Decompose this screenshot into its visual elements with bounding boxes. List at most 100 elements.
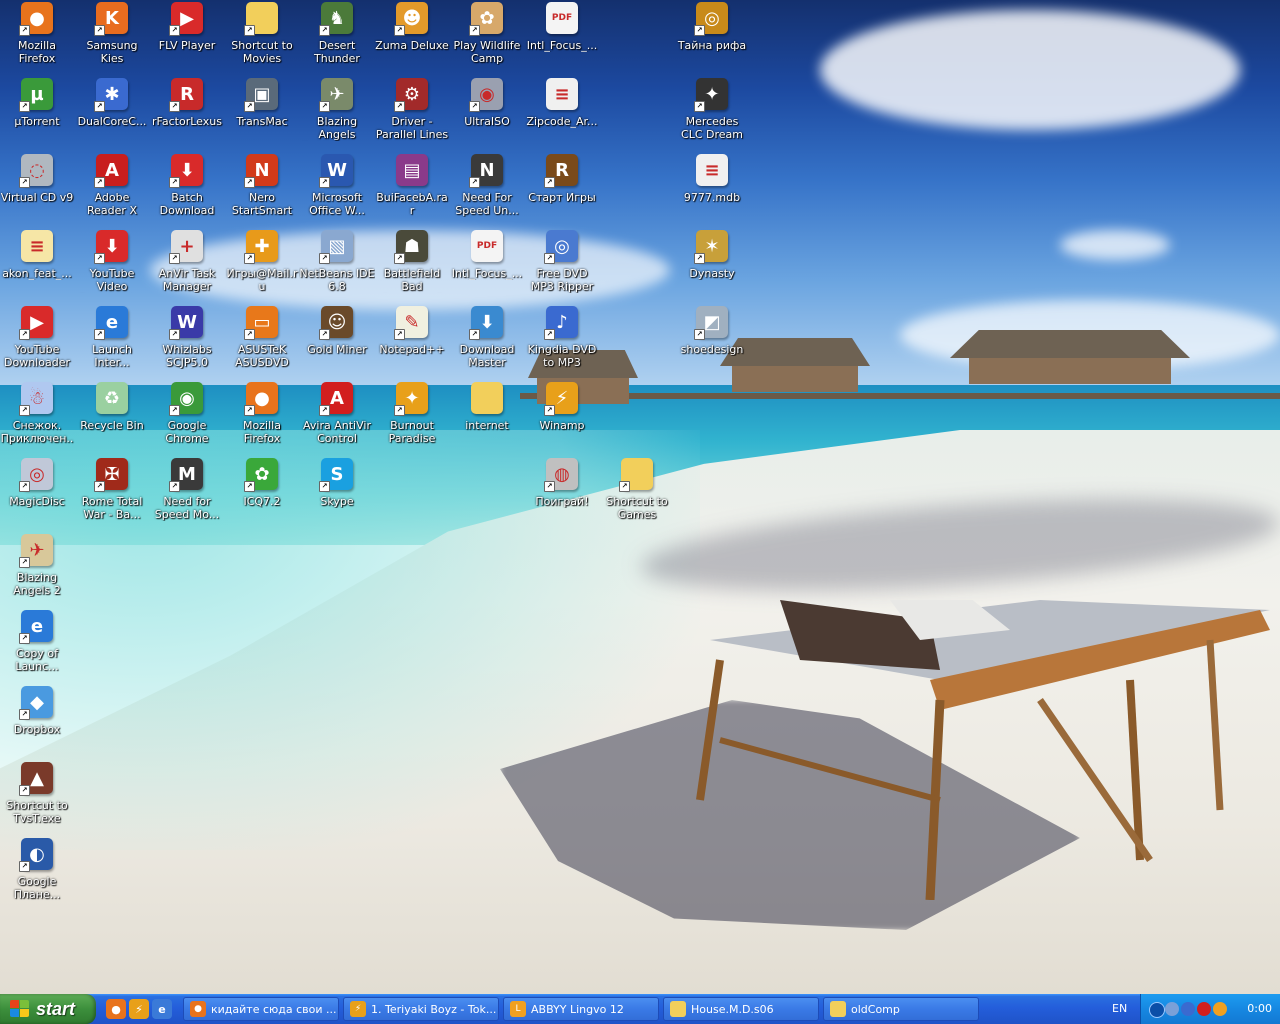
desktop-icon[interactable]: W ↗ Microsoft Office W... [299,152,375,224]
desktop-icon[interactable]: ⚙ ↗ Driver - Parallel Lines [374,76,450,148]
shortcut-arrow-icon: ↗ [19,557,30,568]
clock[interactable]: 0:00 [1247,1002,1272,1015]
pdf-icon: PDF [546,2,578,34]
desktop-icon[interactable]: ◎ ↗ Тайна рифа [674,0,750,72]
tray-dualcore-icon[interactable] [1181,1002,1195,1016]
desktop-icon[interactable]: ⬇ ↗ Batch Download [149,152,225,224]
desktop-icon[interactable]: ▧ ↗ NetBeans IDE 6.8 [299,228,375,300]
desktop-icon[interactable]: M ↗ Need for Speed Mo... [149,456,225,528]
desktop-icon[interactable]: ✚ ↗ Игры@Mail.ru [224,228,300,300]
desktop-icon[interactable]: e ↗ Launch Inter... [74,304,150,376]
language-indicator[interactable]: EN [1112,1002,1127,1015]
desktop-icon[interactable]: ✎ ↗ Notepad++ [374,304,450,376]
desktop-icon[interactable]: ✈↗ Blazing Angels 2 Secret Mi... [0,532,75,604]
desktop-icon[interactable]: ▶ ↗ FLV Player [149,0,225,72]
desktop-icon[interactable]: ▤ BuiFacebA.rar [374,152,450,224]
kingdia-icon: ♪ ↗ [544,306,578,340]
desktop-icon[interactable]: ⬇↗ YouTube Video Downloader [74,228,150,300]
desktop-icon[interactable]: ◎ ↗ Free DVD MP3 Ripper [524,228,600,300]
desktop-icon[interactable]: ◆ ↗ Dropbox [0,684,75,756]
shortcut-arrow-icon: ↗ [469,101,480,112]
start-button[interactable]: start [0,994,96,1024]
desktop-icon[interactable]: K ↗ Samsung Kies [74,0,150,72]
desktop-icon[interactable]: ◩ ↗ shoedesign [674,304,750,376]
desktop-icon[interactable]: ✱ ↗ DualCoreC... [74,76,150,148]
shortcut-arrow-icon: ↗ [19,785,30,796]
desktop-icon[interactable]: ✦ ↗ Burnout Paradise [374,380,450,452]
taskbar-button[interactable]: ⚡ 1. Teriyaki Boyz - Tok... [343,997,499,1021]
flv-player-icon: ▶ ↗ [169,2,203,36]
tray-network-icon[interactable] [1165,1002,1179,1016]
desktop-icon[interactable]: ↗ Shortcut to Movies [224,0,300,72]
desktop-icon[interactable]: ≡ akon_feat_... [0,228,75,300]
shortcut-arrow-icon: ↗ [19,481,30,492]
desktop-icon[interactable]: W ↗ Whizlabs SCJP5.0 [149,304,225,376]
desktop-icon[interactable]: ◌ ↗ Virtual CD v9 [0,152,75,224]
desktop-icon[interactable]: ✦↗ Mercedes CLC Dream Test... [674,76,750,148]
desktop-icon[interactable]: ● ↗ Mozilla Firefox [224,380,300,452]
desktop-icon[interactable]: ☃↗ Снежок. Приключен... [0,380,75,452]
desktop-icon[interactable]: + ↗ AnVir Task Manager [149,228,225,300]
desktop-icon[interactable]: PDF Intl_Focus_... [449,228,525,300]
desktop-quicklaunch-icon[interactable]: e [152,999,172,1019]
tray-lingvo-icon[interactable] [1213,1002,1227,1016]
desktop-icon[interactable]: ● ↗ Mozilla Firefox [0,0,75,72]
desktop-icon[interactable]: ▲ ↗ Shortcut to TvsT.exe [0,760,75,832]
desktop-icon-label: Intl_Focus_... [526,39,598,52]
tray-arrow-icon[interactable] [1149,1002,1165,1018]
taskbar-button[interactable]: House.M.D.s06 [663,997,819,1021]
desktop-icon[interactable]: ☺ ↗ Gold Miner [299,304,375,376]
desktop-icon[interactable]: N ↗ Nero StartSmart [224,152,300,224]
desktop-icon[interactable]: ☻ ↗ Zuma Deluxe [374,0,450,72]
desktop-icon[interactable]: ◎ ↗ MagicDisc [0,456,75,528]
shortcut-arrow-icon: ↗ [169,405,180,416]
taskbar-button-label: кидайте сюда свои ... [211,1002,337,1016]
desktop-icon[interactable]: ▶ ↗ YouTube Downloader [0,304,75,376]
desktop-icon[interactable]: ◉ ↗ UltraISO [449,76,525,148]
desktop-icon[interactable]: PDF Intl_Focus_... [524,0,600,72]
desktop-icon[interactable]: R ↗ rFactorLexus [149,76,225,148]
desktop-icon[interactable]: internet [449,380,525,452]
desktop-icon[interactable]: ✿ ↗ Play Wildlife Camp [449,0,525,72]
desktop-icon[interactable]: A ↗ Adobe Reader X [74,152,150,224]
desktop-icon[interactable]: ▭ ↗ ASUSTeK ASUSDVD [224,304,300,376]
shortcut-arrow-icon: ↗ [694,329,705,340]
desktop-icon[interactable]: ◍ ↗ Поиграй! [524,456,600,528]
shortcut-arrow-icon: ↗ [319,405,330,416]
desktop-icon[interactable]: ✈↗ Blazing Angels Squadrons ... [299,76,375,148]
desktop-icon[interactable]: ◉ ↗ Google Chrome [149,380,225,452]
desktop-icon[interactable]: ⬇ ↗ Download Master [449,304,525,376]
desktop-icon[interactable]: ✶ ↗ Dynasty [674,228,750,300]
desktop-icon[interactable]: N ↗ Need For Speed Un... [449,152,525,224]
desktop-icon[interactable]: ▣ ↗ TransMac [224,76,300,148]
folder-task-icon [670,1001,686,1017]
desktop-icon[interactable]: e ↗ Copy of Launc... [0,608,75,680]
firefox-quicklaunch-icon[interactable]: ● [106,999,126,1019]
desktop-icon[interactable]: A↗ Avira AntiVir Control Center [299,380,375,452]
desktop-icon[interactable]: ✠ ↗ Rome Total War - Ba... [74,456,150,528]
taskbar-button[interactable]: L ABBYY Lingvo 12 [503,997,659,1021]
desktop-icon-label: ASUSTeK ASUSDVD [235,343,289,369]
desktop-icon[interactable]: µ ↗ µTorrent [0,76,75,148]
desktop-icon-label: Dynasty [689,267,735,280]
desktop-icon[interactable]: ↗ Shortcut to Games [599,456,675,528]
desktop-icon[interactable]: ♪↗ Kingdia DVD to MP3 Ripper [524,304,600,376]
desktop-icon[interactable]: S ↗ Skype [299,456,375,528]
wallpaper-sun-lounger [696,600,1270,900]
tray-antivirus-icon[interactable] [1197,1002,1211,1016]
desktop-icon-label: Intl_Focus_... [451,267,523,280]
desktop-icon[interactable]: ⚡ ↗ Winamp [524,380,600,452]
winamp-quicklaunch-icon[interactable]: ⚡ [129,999,149,1019]
desktop-icon[interactable]: ≡ 9777.mdb [674,152,750,224]
shortcut-arrow-icon: ↗ [394,101,405,112]
desktop-icon[interactable]: ≡ Zipcode_Ar... [524,76,600,148]
winamp-task-icon: ⚡ [350,1001,366,1017]
desktop-icon[interactable]: ♞ ↗ Desert Thunder [299,0,375,72]
taskbar-button[interactable]: oldComp [823,997,979,1021]
desktop-icon[interactable]: ✿ ↗ ICQ7.2 [224,456,300,528]
desktop-icon[interactable]: R ↗ Старт Игры [524,152,600,224]
taskbar-button[interactable]: ● кидайте сюда свои ... [183,997,339,1021]
desktop-icon[interactable]: ◐ ↗ Google Плане... [0,836,75,908]
desktop-icon[interactable]: ☗↗ Battlefield Bad Company 2 [374,228,450,300]
desktop-icon[interactable]: ♻ Recycle Bin [74,380,150,452]
